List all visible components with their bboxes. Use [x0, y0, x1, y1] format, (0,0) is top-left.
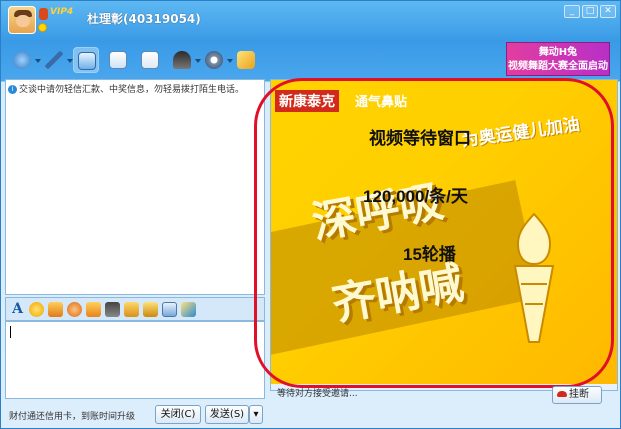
info-icon: i [8, 85, 17, 94]
screenshot-icon[interactable] [105, 301, 120, 317]
phone-hangup-icon [557, 391, 567, 397]
overlay-price: 120,000/条/天 [363, 187, 468, 206]
minimize-button[interactable]: _ [564, 5, 580, 18]
image-icon[interactable] [124, 301, 139, 317]
bottom-bar: 财付通还信用卡，到账时间升级 关闭(C) 发送(S) ▾ [1, 401, 620, 428]
create-group-icon[interactable] [137, 47, 163, 73]
text-caret [10, 326, 11, 338]
send-options-button[interactable]: ▾ [249, 405, 263, 424]
shake-icon[interactable] [86, 301, 101, 317]
close-button[interactable]: 关闭(C) [155, 405, 201, 424]
bottom-tip-link[interactable]: 财付通还信用卡，到账时间升级 [9, 409, 135, 422]
font-icon[interactable]: A [10, 301, 25, 317]
music-icon[interactable] [143, 301, 158, 317]
chat-window: VIP4 杜理彰(40319054) _ □ ✕ 舞动H兔 视频舞蹈大赛全面启动… [0, 0, 621, 429]
more-icon[interactable] [181, 301, 196, 317]
magic-icon[interactable] [48, 301, 63, 317]
overlay-rotation: 15轮播 [403, 245, 456, 264]
overlay-title: 视频等待窗口 [369, 129, 471, 148]
message-input[interactable] [5, 321, 265, 399]
input-toolbar: A [5, 297, 265, 321]
status-icon [39, 8, 48, 20]
window-controls: _ □ ✕ [564, 5, 616, 18]
maximize-button[interactable]: □ [582, 5, 598, 18]
settings-icon[interactable] [201, 47, 233, 73]
title-bar[interactable]: VIP4 杜理彰(40319054) _ □ ✕ [1, 1, 620, 39]
close-window-button[interactable]: ✕ [600, 5, 616, 18]
contact-name[interactable]: 杜理彰(40319054) [87, 10, 201, 27]
promo-banner[interactable]: 舞动H兔 视频舞蹈大赛全面启动 [506, 42, 610, 76]
main-toolbar [9, 45, 259, 75]
security-notice: i 交谈中请勿轻信汇款、中奖信息，勿轻易拨打陌生电话。 [8, 82, 244, 95]
level-sun-icon [38, 23, 47, 32]
remote-assist-icon[interactable] [169, 47, 201, 73]
send-button[interactable]: 发送(S) [205, 405, 249, 424]
transfer-file-icon[interactable] [105, 47, 131, 73]
hangup-button[interactable]: 挂断 [552, 386, 602, 404]
history-icon[interactable] [162, 301, 177, 317]
video-status: 等待对方接受邀请... [277, 389, 358, 399]
promo-line-1: 舞动H兔 [538, 47, 578, 58]
voice-icon[interactable] [41, 47, 73, 73]
video-panel: 新康泰克 通气鼻贴 为奥运健儿加油 深呼吸 齐呐喊 视频等待窗口 120,000… [254, 78, 618, 404]
emoticon-icon[interactable] [29, 301, 44, 317]
chat-history[interactable]: i 交谈中请勿轻信汇款、中奖信息，勿轻易拨打陌生电话。 [5, 79, 265, 295]
scrawl-icon[interactable] [67, 301, 82, 317]
security-notice-text: 交谈中请勿轻信汇款、中奖信息，勿轻易拨打陌生电话。 [19, 85, 245, 95]
hangup-label: 挂断 [569, 389, 589, 400]
share-screen-icon[interactable] [73, 47, 99, 73]
promo-line-2: 视频舞蹈大赛全面启动 [508, 61, 608, 72]
vip-badge: VIP4 [50, 7, 74, 17]
app-icon[interactable] [233, 47, 259, 73]
avatar[interactable] [8, 6, 36, 34]
video-icon[interactable] [9, 47, 41, 73]
